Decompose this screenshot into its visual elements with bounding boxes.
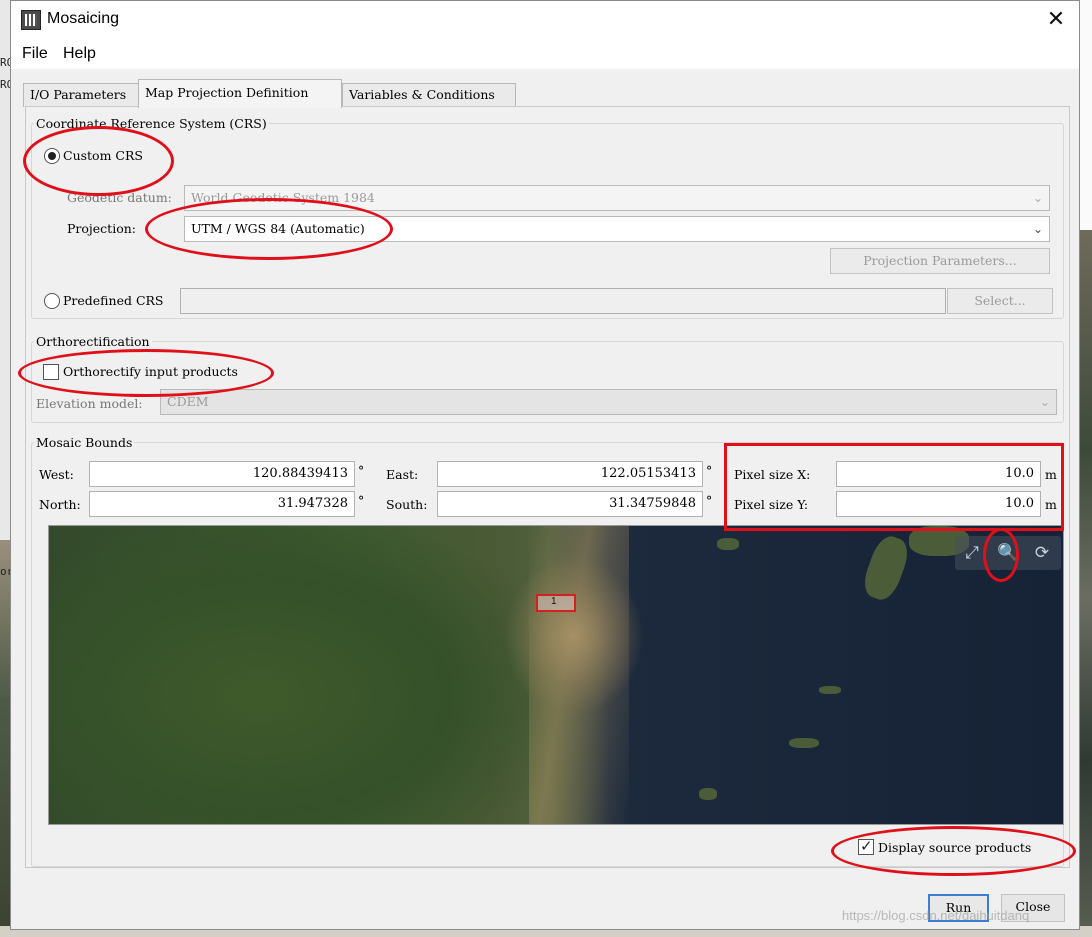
custom-crs-label: Custom CRS (63, 148, 143, 163)
pixel-size-x-field[interactable]: 10.0 (836, 461, 1041, 487)
orthorectify-checkbox[interactable] (43, 364, 59, 380)
map-toolbar: ⤢ 🔍 ⟳ (955, 536, 1061, 570)
west-label: West: (39, 467, 74, 482)
predefined-crs-field (180, 288, 946, 314)
display-source-products-checkbox[interactable] (858, 837, 874, 855)
zoom-tool-icon[interactable]: 🔍 (995, 540, 1021, 566)
chevron-down-icon: ⌄ (1032, 191, 1043, 205)
map-island (859, 532, 913, 604)
tab-content-panel: Coordinate Reference System (CRS) Custom… (25, 106, 1070, 868)
elevation-model-select: CDEM ⌄ (160, 389, 1057, 415)
crs-legend: Coordinate Reference System (CRS) (34, 116, 269, 131)
chevron-down-icon: ⌄ (1039, 395, 1050, 409)
menu-bar: File Help (11, 39, 1079, 69)
select-crs-button[interactable]: Select... (947, 288, 1053, 314)
projection-value: UTM / WGS 84 (Automatic) (191, 221, 365, 236)
north-field[interactable]: 31.947328 (89, 491, 355, 517)
pixel-size-x-label: Pixel size X: (734, 467, 811, 482)
mosaicing-dialog: Mosaicing ✕ File Help I/O Parameters Map… (10, 0, 1080, 930)
orthorectify-label: Orthorectify input products (63, 364, 238, 379)
pan-tool-icon[interactable]: ⟳ (1029, 540, 1055, 566)
pixel-size-y-field[interactable]: 10.0 (836, 491, 1041, 517)
elevation-model-label: Elevation model: (36, 396, 143, 411)
watermark: https://blog.csdn.net/daihuitdanq (842, 908, 1030, 923)
pixel-size-y-label: Pixel size Y: (734, 497, 809, 512)
geodetic-datum-value: World Geodetic System 1984 (191, 190, 375, 205)
source-product-footprint[interactable]: 1 (536, 594, 576, 612)
mosaic-bounds-legend: Mosaic Bounds (34, 435, 135, 450)
projection-parameters-button[interactable]: Projection Parameters... (830, 248, 1050, 274)
tab-io-parameters[interactable]: I/O Parameters (23, 83, 139, 107)
menu-file[interactable]: File (22, 45, 48, 63)
map-island (717, 538, 739, 550)
map-estuary (504, 556, 644, 716)
elevation-model-value: CDEM (167, 394, 209, 409)
degree-unit: ° (358, 493, 365, 508)
window-title: Mosaicing (47, 10, 120, 27)
pixel-unit: m (1045, 497, 1057, 512)
south-label: South: (386, 497, 428, 512)
custom-crs-radio[interactable] (44, 148, 60, 164)
north-label: North: (39, 497, 81, 512)
degree-unit: ° (358, 463, 365, 478)
menu-help[interactable]: Help (63, 45, 96, 63)
tab-map-projection-definition[interactable]: Map Projection Definition (138, 79, 342, 108)
east-label: East: (386, 467, 419, 482)
world-map-view[interactable]: 1 ⤢ 🔍 ⟳ (48, 525, 1064, 825)
tab-variables-conditions[interactable]: Variables & Conditions (342, 83, 516, 107)
projection-select[interactable]: UTM / WGS 84 (Automatic) ⌄ (184, 216, 1050, 242)
geodetic-datum-label: Geodetic datum: (67, 190, 172, 205)
display-source-products-label: Display source products (878, 840, 1032, 855)
projection-label: Projection: (67, 221, 136, 236)
app-icon (21, 10, 41, 30)
east-field[interactable]: 122.05153413 (437, 461, 703, 487)
close-window-icon[interactable]: ✕ (1043, 7, 1069, 33)
map-island (699, 788, 717, 800)
west-field[interactable]: 120.88439413 (89, 461, 355, 487)
chevron-down-icon: ⌄ (1032, 222, 1043, 236)
zoom-all-icon[interactable]: ⤢ (959, 540, 985, 566)
title-bar[interactable]: Mosaicing ✕ (11, 1, 1079, 39)
degree-unit: ° (706, 463, 713, 478)
pixel-unit: m (1045, 467, 1057, 482)
map-island (789, 738, 819, 748)
map-island (819, 686, 841, 694)
predefined-crs-label: Predefined CRS (63, 293, 164, 308)
geodetic-datum-select: World Geodetic System 1984 ⌄ (184, 185, 1050, 211)
south-field[interactable]: 31.34759848 (437, 491, 703, 517)
footprint-label: 1 (551, 596, 557, 607)
predefined-crs-radio[interactable] (44, 293, 60, 309)
background-right-strip (1080, 0, 1092, 937)
orthorectification-legend: Orthorectification (34, 334, 152, 349)
degree-unit: ° (706, 493, 713, 508)
